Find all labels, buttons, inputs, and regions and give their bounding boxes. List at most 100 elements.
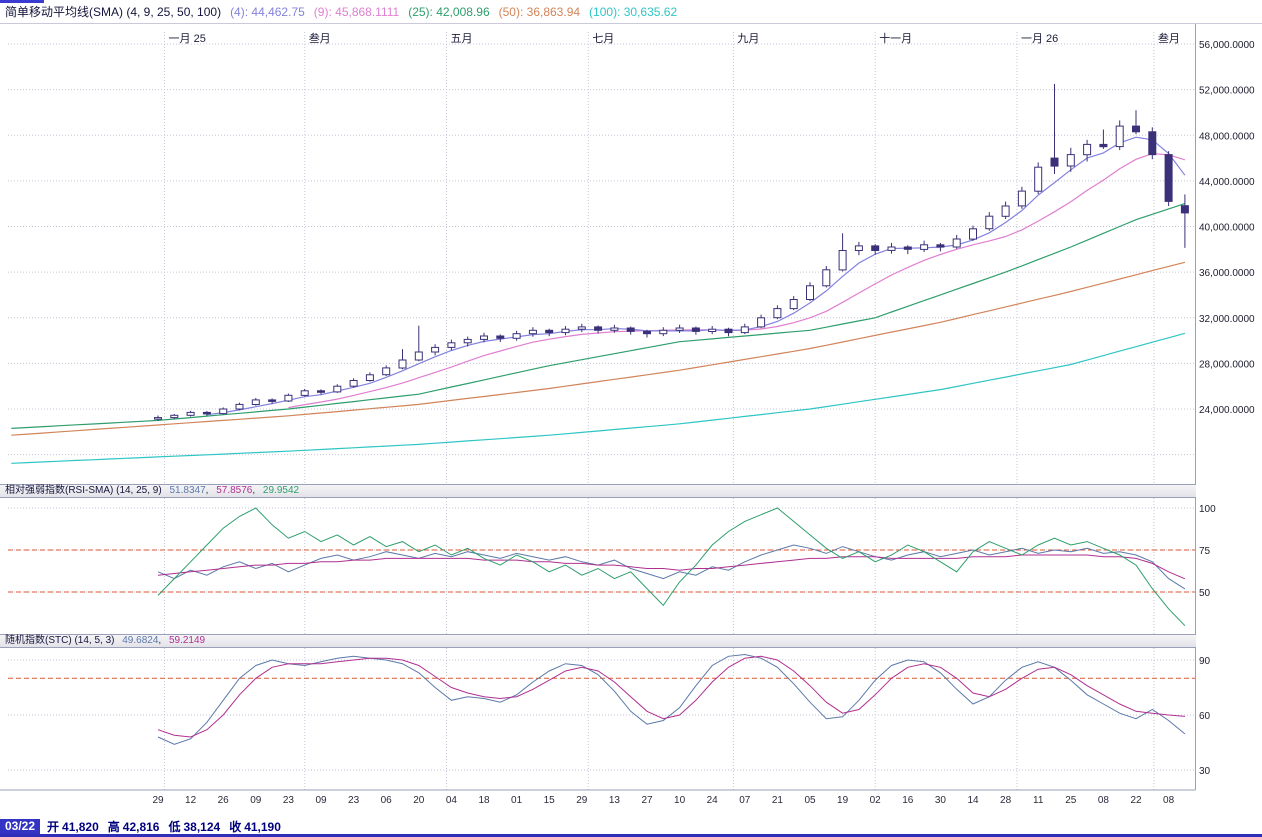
candle-body[interactable] [855, 246, 862, 251]
candle-body[interactable] [660, 330, 667, 333]
candle-body[interactable] [595, 327, 602, 330]
x-date-label: 11 [1033, 795, 1044, 806]
x-date-label: 16 [902, 795, 914, 806]
candle-body[interactable] [187, 412, 194, 415]
candle-body[interactable] [236, 404, 243, 409]
candle-body[interactable] [774, 309, 781, 318]
candle-body[interactable] [1035, 167, 1042, 191]
candle-body[interactable] [366, 375, 373, 381]
candle-body[interactable] [318, 391, 325, 393]
status-low-value: 38,124 [183, 820, 220, 834]
candle-body[interactable] [970, 229, 977, 239]
sma100-legend-item: (100): 30,635.62 [589, 5, 677, 19]
sma25-legend-value: 42,008.96 [436, 5, 489, 19]
candle-body[interactable] [285, 395, 292, 401]
rsi-value-9: 29.9542 [263, 485, 299, 496]
x-date-label: 18 [478, 795, 490, 806]
rsi-panel-header: 相对强弱指数(RSI-SMA) (14, 25, 9) 51.8347 57.8… [0, 484, 1196, 498]
candle-body[interactable] [432, 347, 439, 352]
candle-body[interactable] [986, 216, 993, 229]
candle-body[interactable] [269, 400, 276, 402]
sma50-legend-value: 36,863.94 [527, 5, 580, 19]
candle-body[interactable] [1181, 206, 1188, 213]
candle-body[interactable] [921, 245, 928, 250]
x-date-label: 14 [967, 795, 979, 806]
candle-body[interactable] [953, 239, 960, 247]
candle-body[interactable] [872, 246, 879, 251]
candle-body[interactable] [807, 286, 814, 300]
candle-body[interactable] [741, 327, 748, 333]
candle-body[interactable] [758, 318, 765, 327]
candle-body[interactable] [513, 334, 520, 339]
candle-body[interactable] [1100, 144, 1107, 146]
x-date-label: 12 [185, 795, 197, 806]
candle-body[interactable] [611, 328, 618, 330]
candle-body[interactable] [1165, 155, 1172, 202]
x-date-label: 15 [544, 795, 556, 806]
month-label: 叁月 [309, 31, 331, 45]
candle-body[interactable] [1116, 126, 1123, 147]
candle-body[interactable] [904, 247, 911, 249]
candle-body[interactable] [252, 400, 259, 405]
sma-legend-bar: 简单移动平均线(SMA) (4, 9, 25, 50, 100) (4): 44… [0, 0, 1262, 24]
stc-axis-tick: 90 [1199, 656, 1211, 667]
candle-body[interactable] [578, 327, 585, 329]
stc_k-line [158, 655, 1185, 745]
candle-body[interactable] [203, 412, 210, 414]
stc_d-line [158, 656, 1185, 737]
candle-body[interactable] [692, 328, 699, 331]
x-date-label: 13 [609, 795, 621, 806]
candle-body[interactable] [725, 329, 732, 332]
candle-body[interactable] [644, 331, 651, 333]
candle-body[interactable] [448, 343, 455, 348]
month-label: 一月 25 [169, 33, 206, 45]
x-date-label: 20 [413, 795, 425, 806]
candle-body[interactable] [709, 329, 716, 331]
candle-body[interactable] [823, 270, 830, 286]
candle-body[interactable] [350, 381, 357, 387]
candle-body[interactable] [171, 415, 178, 417]
candle-body[interactable] [399, 360, 406, 368]
candle-body[interactable] [676, 328, 683, 330]
sma25-legend-label: (25): [408, 5, 433, 19]
month-label: 七月 [592, 32, 614, 45]
sma9-legend-item: (9): 45,868.1111 [314, 5, 399, 19]
candle-body[interactable] [1051, 158, 1058, 166]
x-date-label: 04 [446, 795, 458, 806]
main-axis-tick: 48,000.0000 [1199, 131, 1255, 142]
x-date-label: 09 [250, 795, 262, 806]
candle-body[interactable] [301, 391, 308, 396]
sma4-legend-label: (4): [230, 5, 248, 19]
candle-body[interactable] [1149, 132, 1156, 155]
candle-body[interactable] [839, 251, 846, 270]
candle-body[interactable] [1084, 144, 1091, 154]
candle-body[interactable] [155, 418, 162, 420]
sma50-legend-item: (50): 36,863.94 [499, 5, 580, 19]
sma9-legend-label: (9): [314, 5, 332, 19]
candle-body[interactable] [334, 386, 341, 392]
main-axis-tick: 36,000.0000 [1199, 268, 1255, 279]
candle-body[interactable] [383, 368, 390, 375]
candle-body[interactable] [627, 328, 634, 331]
status-close-value: 41,190 [244, 820, 281, 834]
stc-axis-tick: 30 [1199, 766, 1211, 777]
candle-body[interactable] [888, 247, 895, 250]
candle-body[interactable] [1002, 206, 1009, 216]
candle-body[interactable] [1133, 126, 1140, 132]
candle-body[interactable] [1018, 191, 1025, 206]
candle-body[interactable] [481, 336, 488, 339]
candle-body[interactable] [415, 352, 422, 360]
candle-body[interactable] [529, 330, 536, 333]
status-date-badge[interactable]: 03/22 [0, 819, 40, 834]
candle-body[interactable] [937, 245, 944, 247]
x-date-label: 10 [674, 795, 686, 806]
candle-body[interactable] [790, 300, 797, 309]
candle-body[interactable] [562, 329, 569, 332]
chart-canvas[interactable]: 一月 25叁月五月七月九月十一月一月 26叁月56,000.000052,000… [0, 0, 1262, 837]
candle-body[interactable] [1067, 155, 1074, 166]
candle-body[interactable] [497, 336, 504, 338]
candle-body[interactable] [546, 330, 553, 332]
rsi14-line [158, 545, 1185, 589]
candle-body[interactable] [220, 409, 227, 414]
candle-body[interactable] [464, 339, 471, 342]
